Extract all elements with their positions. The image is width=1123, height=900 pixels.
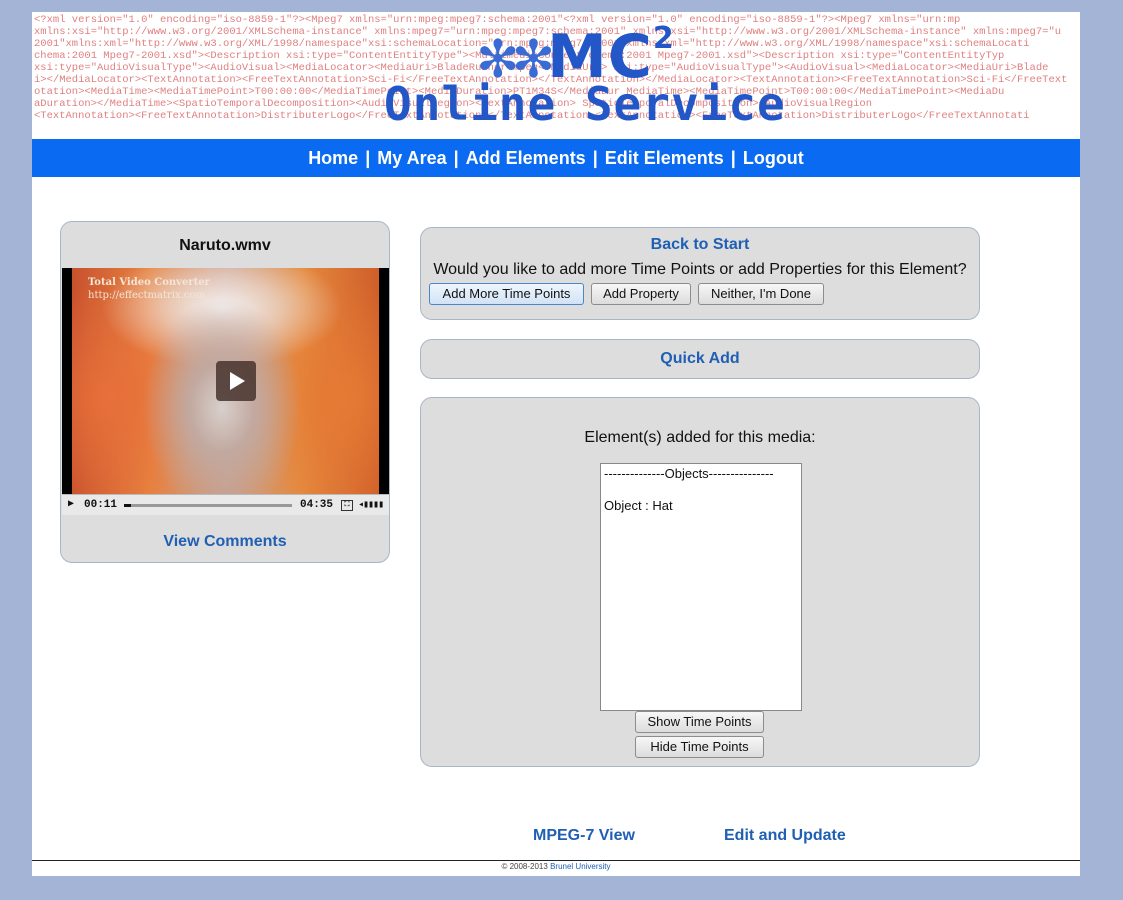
duration: 04:35 xyxy=(300,499,334,511)
list-item[interactable]: Object : Hat xyxy=(604,498,798,514)
options-panel: Back to Start Would you like to add more… xyxy=(420,227,980,320)
copyright-text: © 2008-2013 xyxy=(501,862,548,871)
main-nav: Home | My Area | Add Elements | Edit Elements |… xyxy=(32,139,1080,177)
edit-and-update-link[interactable]: Edit and Update xyxy=(724,827,846,845)
video-panel: Naruto.wmv Total Video Converter http://… xyxy=(60,221,390,563)
done-button[interactable]: Neither, I'm Done xyxy=(698,283,824,305)
elements-panel: Element(s) added for this media: -------… xyxy=(420,397,980,767)
elements-heading: Element(s) added for this media: xyxy=(584,429,816,446)
footer-links: MPEG-7 View Edit and Update xyxy=(32,827,1080,847)
video-title: Naruto.wmv xyxy=(179,237,271,254)
element-listbox[interactable]: --------------Objects--------------- Obj… xyxy=(600,463,802,711)
nav-home[interactable]: Home xyxy=(308,148,358,168)
logo-subtitle: Online Service xyxy=(384,77,786,131)
nav-separator: | xyxy=(453,148,459,168)
site-logo: ✻✻MC2 xyxy=(476,14,676,90)
video-watermark: Total Video Converter http://effectmatri… xyxy=(88,276,210,302)
nav-separator: | xyxy=(730,148,736,168)
mpeg7-view-link[interactable]: MPEG-7 View xyxy=(533,827,635,845)
video-thumbnail: Total Video Converter http://effectmatri… xyxy=(72,268,379,494)
video-player[interactable]: Total Video Converter http://effectmatri… xyxy=(62,268,389,515)
seek-bar-fill xyxy=(124,504,131,507)
list-item[interactable]: --------------Objects--------------- xyxy=(604,466,798,482)
watermark-url: http://effectmatrix.com xyxy=(88,290,205,301)
nav-my-area[interactable]: My Area xyxy=(377,148,446,168)
nav-separator: | xyxy=(365,148,371,168)
quick-add-link[interactable]: Quick Add xyxy=(421,350,979,368)
list-item[interactable] xyxy=(604,482,798,498)
quick-add-panel: Quick Add xyxy=(420,339,980,379)
watermark-name: Total Video Converter xyxy=(88,277,210,288)
nav-edit-elements[interactable]: Edit Elements xyxy=(605,148,724,168)
back-to-start-link[interactable]: Back to Start xyxy=(421,236,979,254)
view-comments-link[interactable]: View Comments xyxy=(61,533,389,551)
site-header: <?xml version="1.0" encoding="iso-8859-1… xyxy=(32,12,1080,139)
brunel-university-link[interactable]: Brunel University xyxy=(550,862,610,871)
seek-bar[interactable] xyxy=(124,504,292,507)
play-icon[interactable]: ▶ xyxy=(68,498,74,510)
copyright: © 2008-2013 Brunel University xyxy=(32,862,1080,871)
volume-icon[interactable]: ◂▮▮▮▮ xyxy=(358,499,384,511)
add-more-time-points-button[interactable]: Add More Time Points xyxy=(429,283,584,305)
show-time-points-button[interactable]: Show Time Points xyxy=(635,711,764,733)
nav-separator: | xyxy=(592,148,598,168)
footer-divider xyxy=(32,860,1080,861)
nav-add-elements[interactable]: Add Elements xyxy=(466,148,586,168)
logo-superscript: 2 xyxy=(652,21,675,56)
player-controls: ▶ 00:11 04:35 ⛶ ◂▮▮▮▮ xyxy=(62,494,389,515)
add-property-button[interactable]: Add Property xyxy=(591,283,691,305)
fullscreen-icon[interactable]: ⛶ xyxy=(341,500,353,511)
page: <?xml version="1.0" encoding="iso-8859-1… xyxy=(32,12,1080,876)
nav-logout[interactable]: Logout xyxy=(743,148,804,168)
hide-time-points-button[interactable]: Hide Time Points xyxy=(635,736,764,758)
play-overlay-button[interactable] xyxy=(216,361,256,401)
current-time: 00:11 xyxy=(84,499,118,511)
options-question: Would you like to add more Time Points o… xyxy=(433,261,967,278)
